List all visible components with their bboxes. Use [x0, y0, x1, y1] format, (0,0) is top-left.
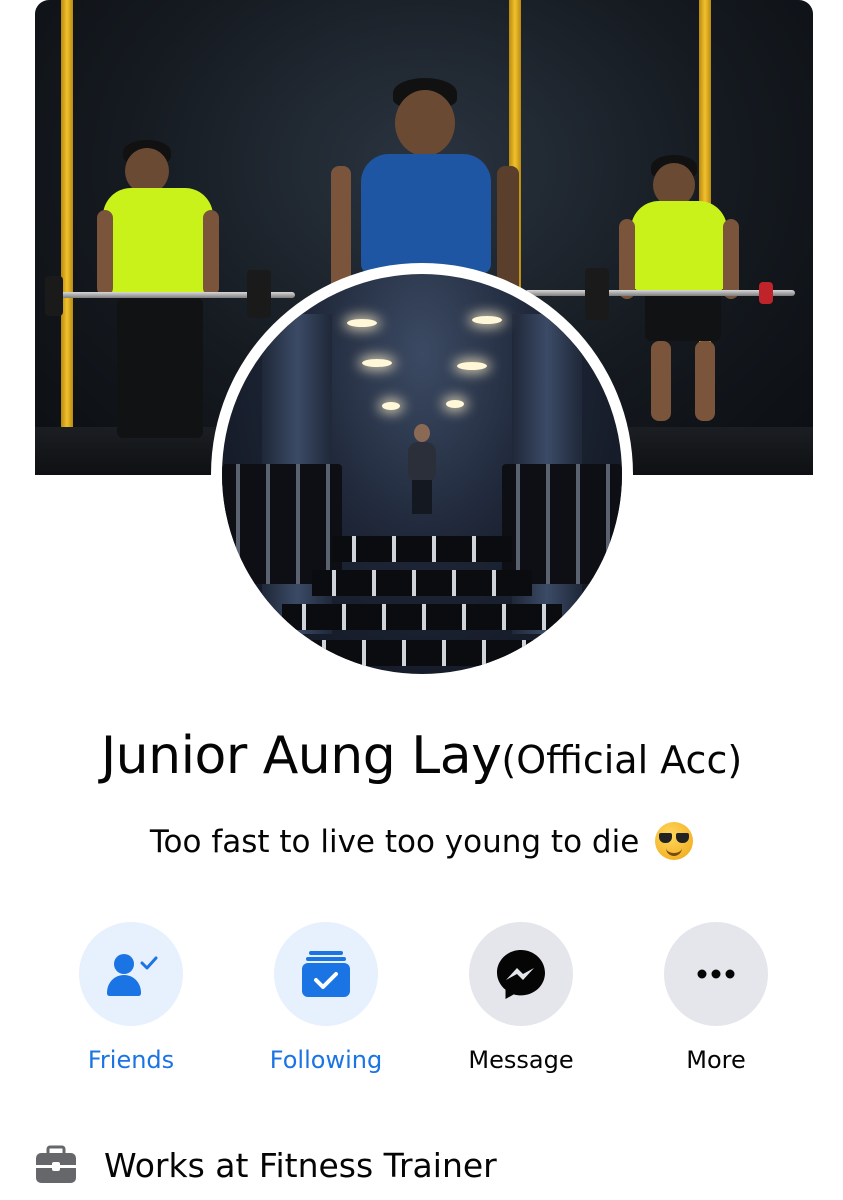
following-check-icon — [302, 951, 350, 997]
profile-name-main: Junior Aung Lay — [100, 726, 502, 786]
profile-bio: Too fast to live too young to die — [0, 822, 843, 860]
photo-person — [404, 424, 440, 514]
profile-name: Junior Aung Lay(Official Acc) — [0, 726, 843, 786]
photo-decor — [382, 402, 400, 410]
photo-decor — [472, 316, 502, 324]
profile-picture[interactable] — [222, 274, 622, 674]
briefcase-icon — [36, 1145, 76, 1183]
friends-label: Friends — [87, 1046, 175, 1074]
friends-button[interactable]: Friends — [51, 922, 211, 1074]
work-text: Works at Fitness Trainer — [104, 1145, 497, 1185]
friends-button-circle[interactable] — [79, 922, 183, 1026]
photo-decor — [262, 640, 582, 666]
messenger-icon — [497, 950, 545, 999]
photo-decor — [457, 362, 487, 370]
cover-decor — [45, 276, 63, 316]
cover-decor — [585, 268, 609, 320]
message-label: Message — [468, 1046, 574, 1074]
cover-decor — [525, 290, 795, 296]
more-dots-icon — [697, 969, 735, 979]
photo-decor — [347, 319, 377, 327]
cover-decor — [61, 0, 73, 430]
more-button-circle[interactable] — [664, 922, 768, 1026]
cover-decor — [247, 270, 271, 318]
bio-text: Too fast to live too young to die — [149, 824, 640, 860]
message-button[interactable]: Message — [441, 922, 601, 1074]
photo-decor — [312, 570, 532, 596]
following-button[interactable]: Following — [246, 922, 406, 1074]
profile-name-suffix: (Official Acc) — [501, 738, 743, 782]
more-button[interactable]: More — [636, 922, 796, 1074]
photo-decor — [362, 359, 392, 367]
friends-check-icon — [107, 954, 158, 996]
sunglasses-emoji-icon — [655, 822, 694, 860]
more-label: More — [686, 1046, 746, 1074]
following-label: Following — [269, 1046, 383, 1074]
photo-decor — [222, 464, 342, 584]
message-button-circle[interactable] — [469, 922, 573, 1026]
photo-decor — [332, 536, 512, 562]
following-button-circle[interactable] — [274, 922, 378, 1026]
photo-decor — [446, 400, 464, 408]
photo-decor — [502, 464, 622, 584]
cover-decor — [759, 282, 773, 304]
photo-decor — [282, 604, 562, 630]
intro-work-row[interactable]: Works at Fitness Trainer — [34, 1140, 497, 1190]
